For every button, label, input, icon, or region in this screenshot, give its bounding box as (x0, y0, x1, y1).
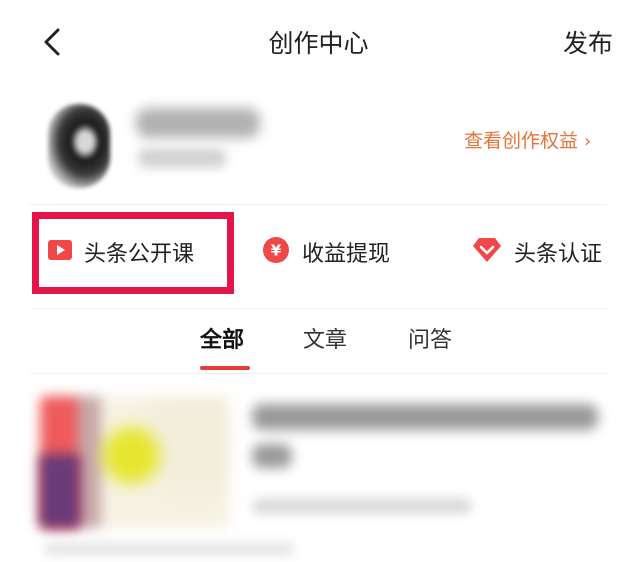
divider (30, 373, 607, 374)
active-tab-indicator (200, 366, 250, 370)
avatar[interactable] (48, 104, 110, 188)
article-title-continued (252, 444, 292, 468)
tab-qa[interactable]: 问答 (408, 322, 452, 354)
article-list-item[interactable] (30, 382, 607, 562)
quick-action-label: 头条认证 (514, 242, 603, 267)
rights-link-label: 查看创作权益 (464, 130, 579, 152)
quick-action-verification[interactable]: 头条认证 (472, 212, 602, 292)
quick-action-label: 收益提现 (302, 242, 391, 267)
divider (30, 308, 607, 309)
tab-all[interactable]: 全部 (200, 322, 244, 354)
article-meta (252, 498, 472, 514)
publish-button[interactable]: 发布 (563, 24, 613, 60)
svg-text:¥: ¥ (271, 242, 282, 260)
quick-action-withdraw[interactable]: ¥ 收益提现 (262, 212, 390, 292)
article-thumbnail-detail (40, 454, 80, 528)
yen-coin-icon: ¥ (262, 236, 290, 268)
page-title: 创作中心 (268, 29, 369, 58)
verified-diamond-icon (472, 237, 502, 267)
username (136, 108, 260, 138)
play-video-icon (48, 240, 72, 264)
view-creator-rights-link[interactable]: 查看创作权益 › (456, 126, 599, 156)
quick-action-open-course[interactable]: 头条公开课 (32, 212, 234, 292)
tab-articles[interactable]: 文章 (303, 322, 347, 354)
creation-center-page: 创作中心 发布 查看创作权益 › 头条公开课 ¥ 收益提现 头条认证 全部 文章… (0, 0, 637, 562)
header-bar: 创作中心 发布 (0, 0, 637, 84)
chevron-right-icon: › (584, 131, 592, 152)
user-id (138, 148, 226, 168)
article-stats (44, 542, 294, 556)
divider (30, 204, 607, 205)
article-title (252, 404, 598, 430)
quick-action-label: 头条公开课 (84, 242, 195, 267)
